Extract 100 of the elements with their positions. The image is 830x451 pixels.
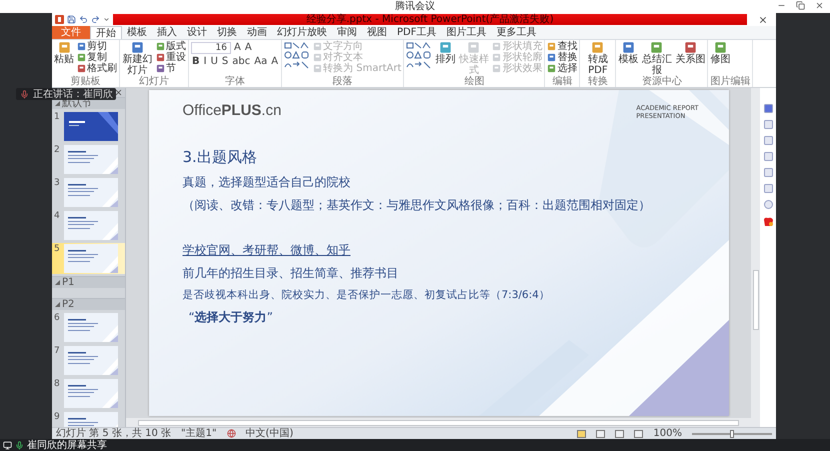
tool-icon: [547, 53, 556, 62]
ribbon-button[interactable]: 版式: [156, 41, 186, 52]
menu-tab[interactable]: 设计: [182, 26, 212, 39]
menu-tab[interactable]: 开始: [90, 26, 122, 39]
speaker-label: 正在讲话：崔同欣: [33, 88, 113, 100]
slide-number: 2: [54, 145, 61, 155]
ribbon-button[interactable]: 选择: [547, 63, 578, 74]
font-size-button[interactable]: A: [233, 42, 242, 54]
font-size-button[interactable]: A: [244, 42, 253, 54]
scrollbar-thumb[interactable]: [138, 420, 739, 426]
ribbon-button[interactable]: 剪切: [77, 41, 117, 52]
caret-icon[interactable]: [103, 16, 110, 23]
ribbon-button[interactable]: 格式刷: [77, 63, 117, 74]
slide-thumbnail[interactable]: [64, 244, 118, 273]
ribbon-button[interactable]: 重设: [156, 52, 186, 63]
slide-thumbnail-row[interactable]: 3: [52, 177, 125, 208]
section-name[interactable]: P1: [62, 277, 74, 288]
window-title: 腾讯会议: [395, 1, 435, 12]
ribbon-button[interactable]: 节: [156, 63, 186, 74]
zoom-level: 100%: [653, 428, 682, 439]
undo-icon[interactable]: [79, 15, 88, 24]
ribbon-button[interactable]: 模板: [618, 41, 638, 65]
menu-tab[interactable]: 模板: [122, 26, 152, 39]
slide-number: 3: [54, 178, 61, 188]
ribbon-button[interactable]: 替换: [547, 52, 578, 63]
slide-number: 8: [54, 379, 61, 389]
collapse-icon[interactable]: [55, 280, 60, 285]
ribbon-button[interactable]: 排列: [435, 41, 456, 65]
slide-thumbnail[interactable]: [64, 313, 118, 342]
format-button[interactable]: abc: [231, 56, 252, 68]
format-button[interactable]: B: [191, 56, 201, 68]
theme-name: "主题1": [180, 428, 217, 439]
group-label: 资源中心: [642, 76, 682, 87]
language-label: 中文(中国): [246, 428, 294, 439]
ribbon-button[interactable]: 修图: [710, 41, 730, 65]
font-size-field[interactable]: 16: [191, 42, 231, 54]
group-label: 幻灯片: [139, 76, 169, 87]
ribbon-button[interactable]: 复制: [77, 52, 117, 63]
group-label: 绘图: [464, 76, 484, 87]
ribbon-button[interactable]: 总结汇报: [641, 41, 672, 76]
section-name[interactable]: P2: [62, 299, 74, 310]
slide-number: 4: [54, 211, 61, 221]
slide-heading: 3.出题风格: [182, 148, 258, 166]
slide-thumbnail[interactable]: [64, 112, 118, 141]
save-icon[interactable]: [67, 15, 76, 24]
format-button[interactable]: I: [202, 56, 208, 68]
slide-thumbnail-row[interactable]: 5: [52, 243, 125, 274]
restore-icon[interactable]: [796, 1, 805, 10]
slide-thumbnail-row[interactable]: 9: [52, 411, 125, 427]
group-label: 编辑: [552, 76, 572, 87]
format-button[interactable]: U: [210, 56, 219, 68]
ribbon-button[interactable]: 新建幻灯片: [122, 41, 153, 76]
slide-thumbnail[interactable]: [64, 346, 118, 375]
ribbon-button[interactable]: 关系图: [675, 41, 706, 65]
slide-text: 是否歧视本科出身、院校实力、是否保护一志愿、初复试占比等（7:3/6:4）: [182, 289, 551, 302]
menu-tab[interactable]: 审阅: [332, 26, 362, 39]
slide-thumbnail[interactable]: [64, 379, 118, 408]
close-icon[interactable]: [815, 1, 824, 10]
slide-thumbnail[interactable]: [64, 178, 118, 207]
tool-icon: [313, 53, 322, 62]
group-label: 剪贴板: [70, 76, 100, 87]
close-icon[interactable]: [758, 14, 768, 24]
slide-thumbnail[interactable]: [64, 145, 118, 174]
menu-tab[interactable]: 幻灯片放映: [272, 26, 332, 39]
slide-thumbnail-row[interactable]: 2: [52, 144, 125, 175]
format-button[interactable]: Aa: [253, 56, 268, 68]
menu-tab[interactable]: 切换: [212, 26, 242, 39]
menu-tab[interactable]: PDF工具: [392, 26, 442, 39]
format-button[interactable]: A: [270, 56, 280, 68]
slide-text: （阅读、改错：专八题型；基英作文：与雅思作文风格很像；百科：出题范围相对固定）: [182, 198, 652, 213]
menu-tab[interactable]: 视图: [362, 26, 392, 39]
slide-thumbnail-row[interactable]: 6: [52, 312, 125, 343]
slide-thumbnail-row[interactable]: 4: [52, 210, 125, 241]
share-status: 崔同欣的屏幕共享: [27, 440, 107, 450]
tool-icon: [156, 64, 165, 73]
tool-icon: [77, 64, 86, 73]
gift-icon[interactable]: [762, 216, 774, 227]
format-button[interactable]: S: [220, 56, 230, 68]
close-icon[interactable]: [114, 88, 123, 97]
menu-tab[interactable]: 动画: [242, 26, 272, 39]
slide-counter: 幻灯片 第 5 张，共 10 张: [56, 428, 171, 439]
menu-tab[interactable]: 插入: [152, 26, 182, 39]
slide-number: 9: [54, 412, 61, 422]
slide-thumbnail[interactable]: [64, 211, 118, 240]
ribbon-button[interactable]: 粘贴: [54, 41, 74, 65]
menu-tab[interactable]: 更多工具: [491, 26, 542, 39]
slide-thumbnail-row[interactable]: 7: [52, 345, 125, 376]
slide-thumbnail-row[interactable]: 1: [52, 111, 125, 142]
ribbon-button[interactable]: 转成PDF: [582, 41, 614, 76]
microphone-icon: [20, 90, 29, 98]
scrollbar-thumb[interactable]: [752, 270, 758, 330]
ribbon-button[interactable]: 查找: [547, 41, 578, 52]
group-label: 转换: [588, 76, 608, 87]
slide-text: 前几年的招生目录、招生简章、推荐书目: [182, 266, 400, 281]
menu-tab[interactable]: 图片工具: [441, 26, 492, 39]
slider-thumb[interactable]: [730, 430, 734, 438]
slide-thumbnail-row[interactable]: 8: [52, 378, 125, 409]
redo-icon[interactable]: [91, 15, 100, 24]
collapse-icon[interactable]: [55, 302, 60, 307]
group-label: 段落: [332, 76, 353, 87]
